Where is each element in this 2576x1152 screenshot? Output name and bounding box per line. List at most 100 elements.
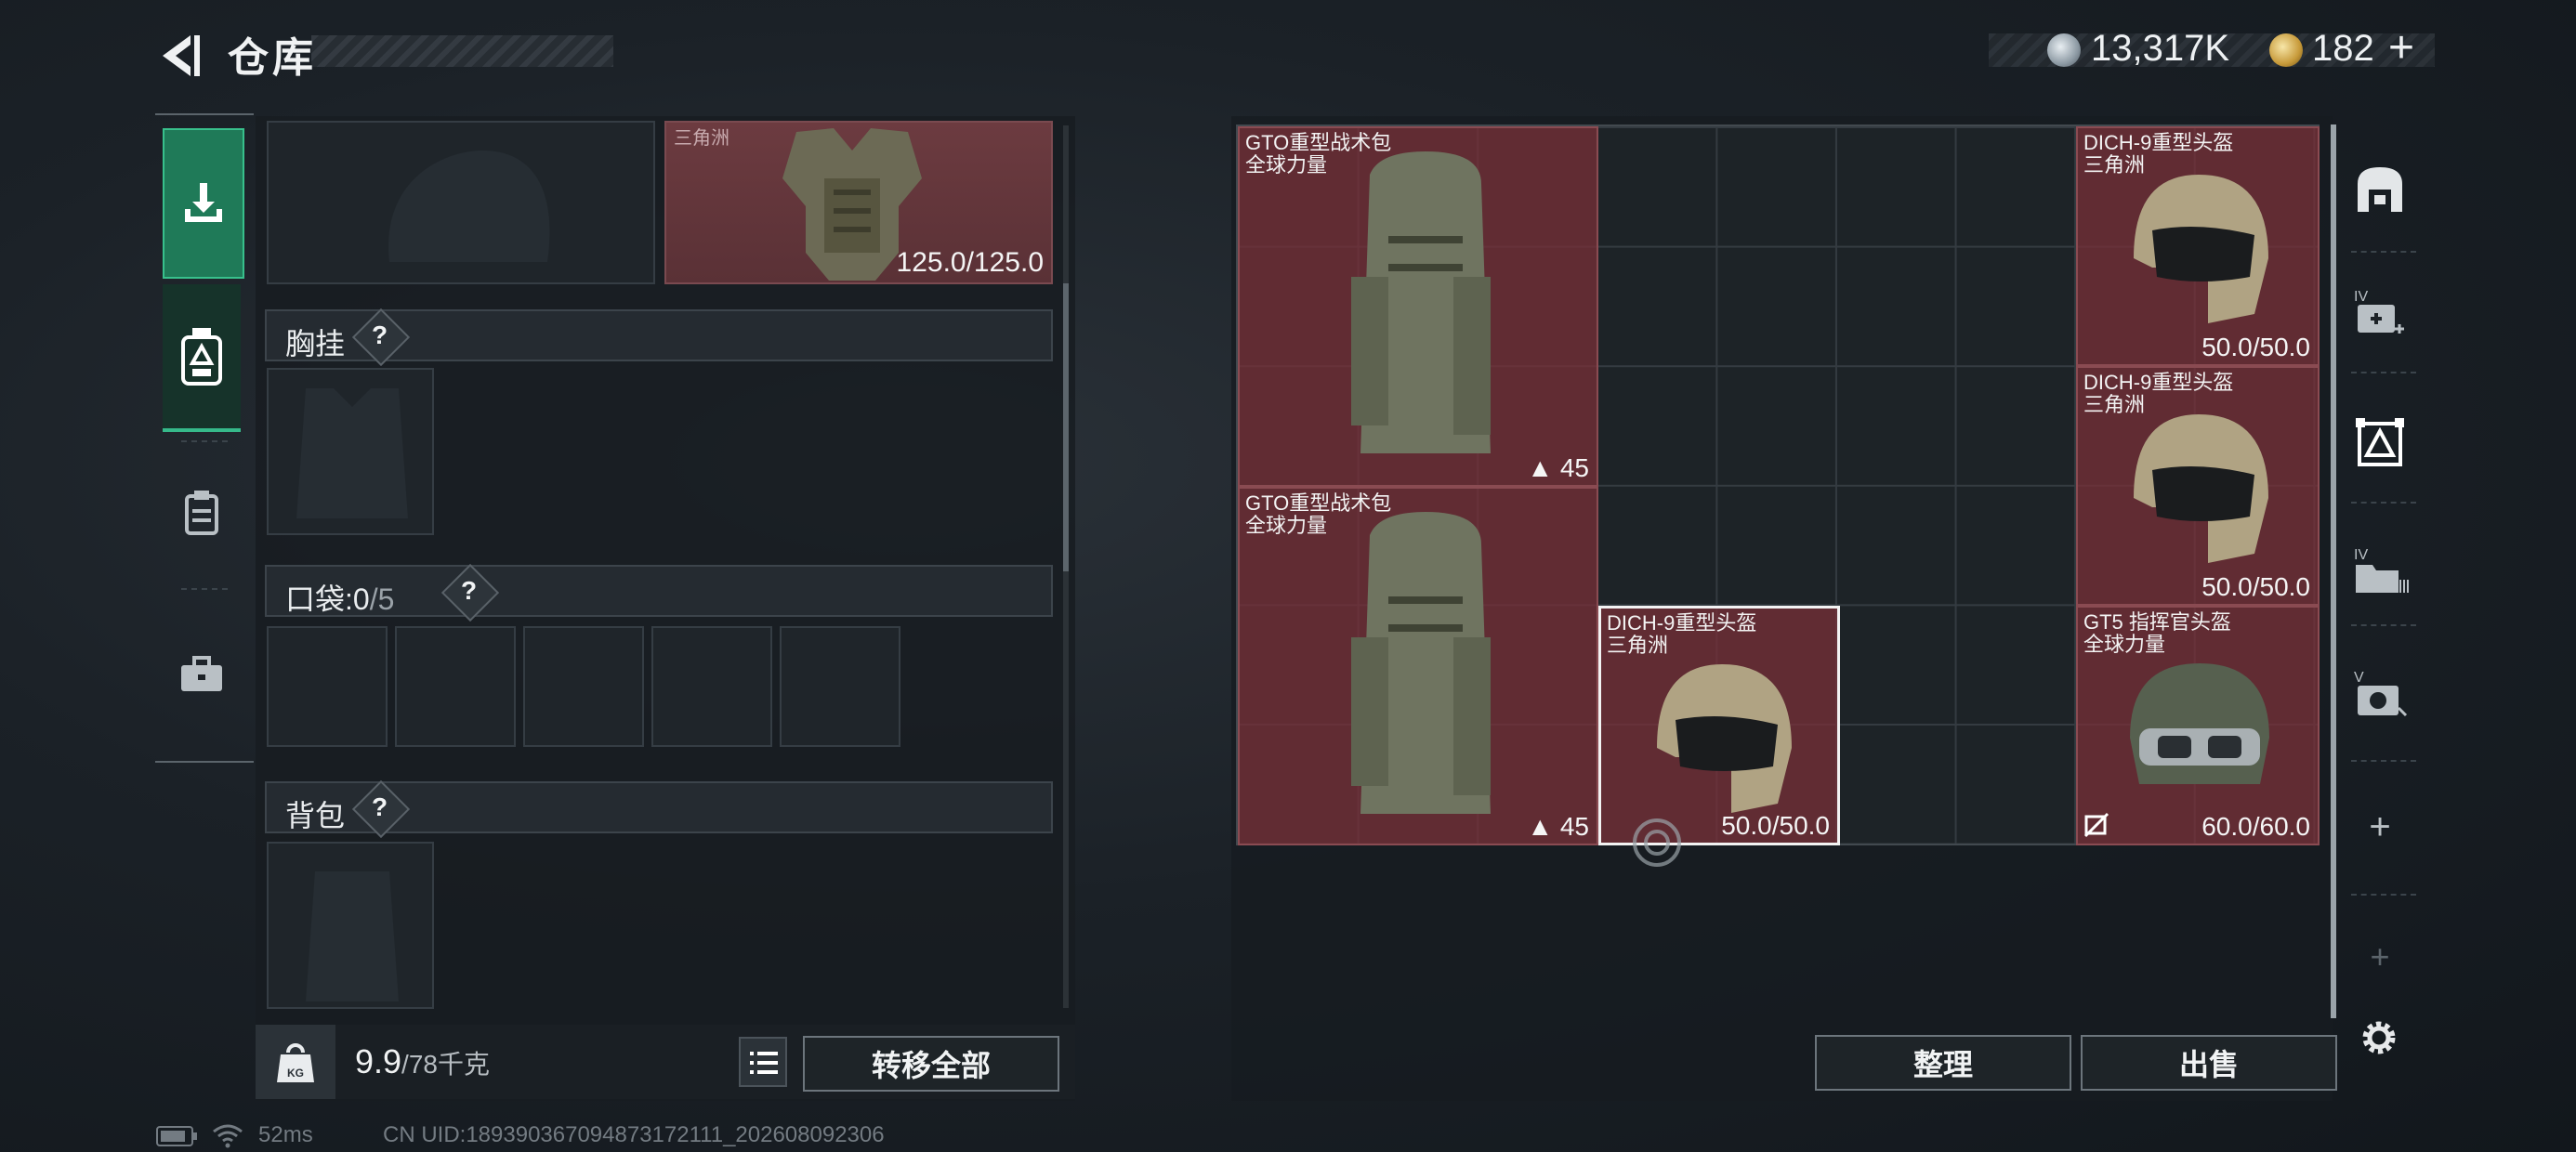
stash-scrollbar[interactable] — [2331, 124, 2336, 1018]
item-name-text: GT5 指挥官头盔 — [2083, 610, 2231, 634]
tier-label: IV — [2354, 289, 2368, 305]
side-divider — [2351, 372, 2416, 373]
safe-box-icon — [2358, 167, 2402, 212]
transfer-all-button[interactable]: 转移全部 — [803, 1036, 1059, 1092]
no-repair-icon — [2083, 812, 2109, 838]
backpack-slot[interactable] — [267, 842, 434, 1009]
pocket-header: 口袋:0/5 ? — [265, 563, 1053, 622]
add-currency-button[interactable]: + — [2388, 22, 2414, 73]
tier-label: V — [2354, 670, 2364, 686]
container-tab-folder[interactable]: IV — [2346, 537, 2413, 604]
weight-kg-icon: KG — [277, 1043, 314, 1082]
chest-rig-label: 胸挂 — [285, 327, 346, 360]
pocket-slot-2[interactable] — [395, 626, 516, 747]
item-count: ▲ 45 — [1527, 453, 1589, 483]
pocket-slot-4[interactable] — [651, 626, 772, 747]
stash-item-helmet[interactable]: GT5 指挥官头盔 全球力量 60.0/60.0 — [2076, 606, 2320, 845]
helmet-icon — [1657, 664, 1792, 813]
tab-equipment[interactable] — [163, 284, 241, 432]
pocket-label: 口袋:0/5 — [285, 576, 394, 619]
silver-currency-amount: 13,317K — [2091, 28, 2230, 69]
item-durability: 50.0/50.0 — [2201, 333, 2310, 361]
weight-small-icon: ▲ — [1527, 812, 1560, 841]
container-tab-safe[interactable] — [2346, 156, 2413, 223]
download-icon — [185, 183, 222, 222]
armor-brand: 三角洲 — [674, 128, 729, 149]
help-icon: ? — [461, 576, 478, 605]
left-scrollbar-thumb[interactable] — [1063, 283, 1069, 571]
clipboard-icon — [185, 491, 218, 535]
item-brand: 全球力量 — [1245, 514, 1328, 537]
item-name-text: DICH-9重型头盔 — [1607, 611, 1757, 635]
add-container-button-disabled[interactable]: + — [2346, 923, 2413, 990]
title-stripe — [311, 35, 613, 67]
settings-gear-icon[interactable] — [2357, 1015, 2401, 1060]
tab-divider — [181, 440, 228, 442]
pocket-slot-3[interactable] — [523, 626, 644, 747]
stash-item-helmet[interactable]: DICH-9重型头盔 三角洲 50.0/50.0 — [2076, 366, 2320, 606]
current-weight: 9.9 — [355, 1042, 402, 1080]
tab-divider — [181, 588, 228, 590]
sell-button[interactable]: 出售 — [2081, 1035, 2337, 1091]
side-divider — [2351, 251, 2416, 253]
gold-coin-icon — [2269, 33, 2303, 67]
container-tab-camera[interactable]: V — [2346, 660, 2413, 727]
back-arrow-icon[interactable] — [153, 28, 209, 84]
uid-readout: CN UID:189390367094873172111_20260809230… — [383, 1122, 885, 1147]
item-durability: 50.0/50.0 — [1721, 811, 1830, 840]
item-count-value: 45 — [1559, 812, 1589, 841]
tactical-backpack-icon — [1351, 512, 1491, 814]
backpack-placeholder-icon — [306, 871, 399, 1001]
battery-icon — [156, 1126, 197, 1146]
chest-rig-placeholder-icon — [296, 388, 408, 518]
stash-item-helmet-selected[interactable]: DICH-9重型头盔 三角洲 50.0/50.0 — [1598, 606, 1840, 867]
expand-case-icon: IV — [2354, 289, 2404, 334]
tab-deposit[interactable] — [163, 128, 244, 279]
equipment-case-icon — [2356, 418, 2404, 466]
side-divider — [2351, 502, 2416, 504]
item-name-text: DICH-9重型头盔 — [2083, 131, 2234, 154]
container-tab-expand[interactable]: IV — [2346, 279, 2413, 346]
armor-slot[interactable]: 三角洲 125.0/125.0 — [664, 121, 1053, 284]
kg-label: KG — [287, 1067, 304, 1080]
chest-rig-header: 胸挂 ? — [265, 308, 1053, 367]
sort-button[interactable]: 整理 — [1815, 1035, 2071, 1091]
container-tab-equipment[interactable] — [2346, 409, 2413, 476]
wifi-icon — [213, 1124, 243, 1148]
item-durability: 60.0/60.0 — [2201, 812, 2310, 841]
pocket-slot-5[interactable] — [780, 626, 900, 747]
side-divider — [2351, 624, 2416, 626]
stash-item-helmet[interactable]: DICH-9重型头盔 三角洲 50.0/50.0 — [2076, 126, 2320, 366]
tier-label: IV — [2354, 547, 2368, 563]
backpack-header: 背包 ? — [265, 779, 1053, 839]
tab-clipboard[interactable] — [163, 474, 241, 552]
weight-capacity: /78千克 — [401, 1050, 490, 1079]
stash-item-backpack[interactable]: GTO重型战术包 全球力量 ▲ 45 — [1238, 487, 1598, 845]
item-count: ▲ 45 — [1527, 812, 1589, 842]
chest-rig-slot[interactable] — [267, 368, 434, 535]
helmet-slot[interactable] — [267, 121, 655, 284]
tactical-backpack-icon — [1351, 151, 1491, 453]
tab-briefcase[interactable] — [163, 635, 241, 713]
pocket-count: 0 — [352, 583, 370, 616]
pocket-label-text: 口袋: — [285, 583, 353, 616]
helmet-icon — [2134, 414, 2268, 563]
armor-durability: 125.0/125.0 — [896, 247, 1044, 278]
weight-small-icon: ▲ — [1527, 453, 1560, 482]
stash-item-backpack[interactable]: GTO重型战术包 全球力量 ▲ 45 — [1238, 126, 1598, 487]
equipment-icon — [181, 327, 222, 386]
page-title: 仓库 — [228, 35, 317, 81]
helmet-placeholder-icon — [388, 151, 550, 262]
list-icon — [750, 1052, 778, 1074]
folder-case-icon: IV — [2354, 547, 2409, 593]
item-name-text: DICH-9重型头盔 — [2083, 371, 2234, 394]
list-view-button[interactable] — [739, 1037, 787, 1087]
stash-grid[interactable]: GTO重型战术包 全球力量 ▲ 45 GTO重型战术包 全球力量 ▲ 45 DICH… — [1236, 124, 2320, 867]
gold-currency-amount: 182 — [2312, 28, 2374, 69]
weight-readout: 9.9/78千克 — [355, 1042, 490, 1081]
item-brand: 全球力量 — [1245, 153, 1328, 177]
pocket-slot-1[interactable] — [267, 626, 388, 747]
add-container-button[interactable]: + — [2346, 793, 2413, 860]
item-durability: 50.0/50.0 — [2201, 572, 2310, 601]
help-icon: ? — [372, 321, 388, 349]
